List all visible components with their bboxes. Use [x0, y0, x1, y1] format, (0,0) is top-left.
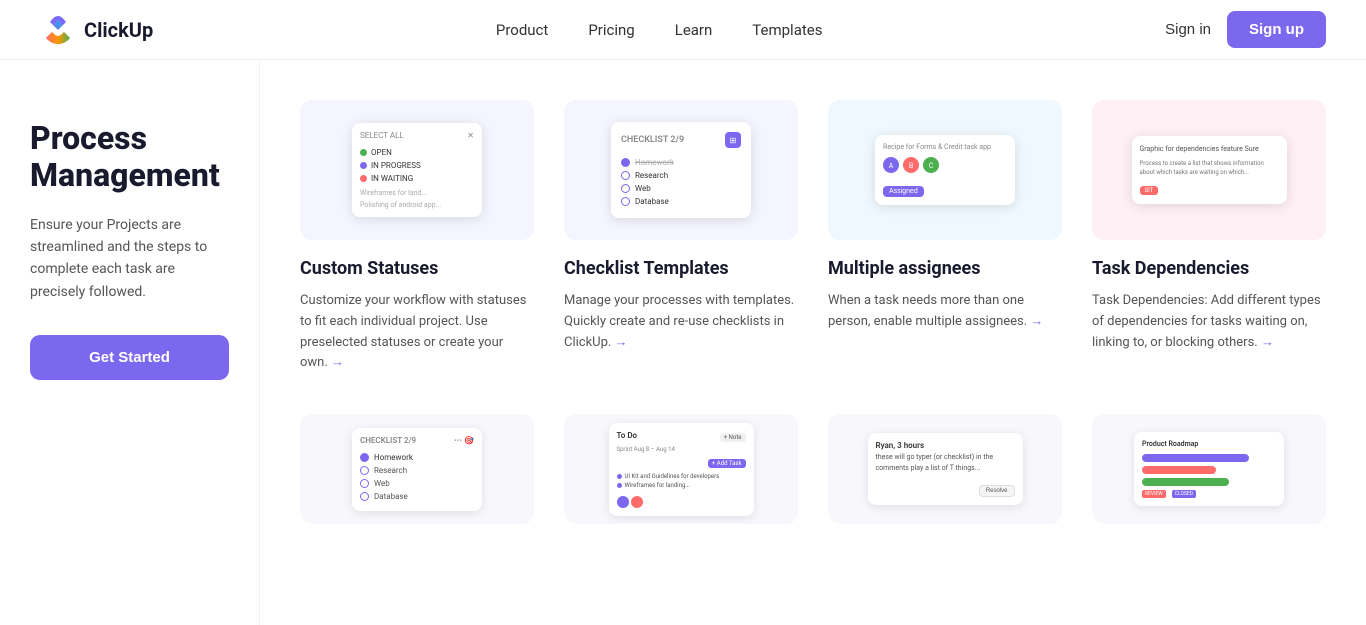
custom-statuses-desc: Customize your workflow with statuses to… — [300, 291, 534, 374]
logo-icon — [40, 12, 76, 48]
status-inprogress-dot — [360, 162, 367, 169]
signin-button[interactable]: Sign in — [1165, 21, 1211, 38]
mock-checklist-ui: CHECKLIST 2/9 ⊞ Homework Research — [611, 122, 751, 218]
status-open-dot — [360, 149, 367, 156]
nav-actions: Sign in Sign up — [1165, 11, 1326, 48]
avatar-2: B — [903, 157, 919, 173]
feature-checklist-templates: CHECKLIST 2/9 ⊞ Homework Research — [564, 100, 798, 374]
svg-text:C: C — [929, 162, 934, 170]
roadmap-bar-1 — [1142, 454, 1249, 462]
bottom-roadmap-preview: Product Roadmap REVIEW CLOSED — [1092, 414, 1326, 524]
dependencies-preview: Graphic for dependencies feature Sure Pr… — [1092, 100, 1326, 240]
multiple-assignees-desc: When a task needs more than one person, … — [828, 291, 1062, 333]
svg-text:B: B — [909, 162, 913, 170]
sidebar: Process Management Ensure your Projects … — [0, 60, 260, 625]
page-body: Process Management Ensure your Projects … — [0, 60, 1366, 625]
logo[interactable]: ClickUp — [40, 12, 153, 48]
bottom-checklist-preview: CHECKLIST 2/9 ••• 🎯 Homework Research We… — [300, 414, 534, 524]
avatar-1: A — [883, 157, 899, 173]
sprint-avatar-1 — [617, 496, 629, 508]
mock-resolve-button[interactable]: Resolve — [979, 485, 1015, 497]
task-dependencies-desc: Task Dependencies: Add different types o… — [1092, 291, 1326, 353]
feature-task-dependencies: Graphic for dependencies feature Sure Pr… — [1092, 100, 1326, 374]
features-grid: SELECT ALL ✕ OPEN IN PROGRESS — [300, 100, 1326, 374]
multiple-assignees-title: Multiple assignees — [828, 258, 1062, 279]
nav-templates[interactable]: Templates — [752, 21, 822, 39]
mock-assignee-button[interactable]: Assigned — [883, 186, 924, 197]
roadmap-bar-3 — [1142, 478, 1229, 486]
sidebar-description: Ensure your Projects are streamlined and… — [30, 214, 229, 304]
nav-pricing[interactable]: Pricing — [588, 21, 634, 39]
avatar-3: C — [923, 157, 939, 173]
get-started-button[interactable]: Get Started — [30, 335, 229, 380]
bottom-sprint-preview: To Do + Note Sprint Aug 8 – Aug 14 + Add… — [564, 414, 798, 524]
main-content: SELECT ALL ✕ OPEN IN PROGRESS — [260, 60, 1366, 625]
svg-text:A: A — [889, 162, 894, 170]
nav-learn[interactable]: Learn — [675, 21, 713, 39]
checklist-templates-link[interactable]: → — [615, 333, 628, 354]
status-done-dot — [360, 175, 367, 182]
navbar: ClickUp Product Pricing Learn Templates … — [0, 0, 1366, 60]
sprint-avatar-2 — [631, 496, 643, 508]
mock-statuses-ui: SELECT ALL ✕ OPEN IN PROGRESS — [352, 123, 482, 217]
bottom-comment-preview: Ryan, 3 hours these will go typer (or ch… — [828, 414, 1062, 524]
custom-statuses-link[interactable]: → — [331, 353, 344, 374]
nav-product[interactable]: Product — [496, 21, 548, 39]
checklist-preview: CHECKLIST 2/9 ⊞ Homework Research — [564, 100, 798, 240]
mock-assignees-ui: Recipe for Forms & Credit task app A B C… — [875, 135, 1015, 205]
custom-statuses-preview: SELECT ALL ✕ OPEN IN PROGRESS — [300, 100, 534, 240]
mock-dependencies-ui: Graphic for dependencies feature Sure Pr… — [1132, 136, 1287, 204]
logo-text: ClickUp — [84, 18, 153, 42]
multiple-assignees-link[interactable]: → — [1030, 312, 1043, 333]
custom-statuses-title: Custom Statuses — [300, 258, 534, 279]
feature-custom-statuses: SELECT ALL ✕ OPEN IN PROGRESS — [300, 100, 534, 374]
checklist-templates-title: Checklist Templates — [564, 258, 798, 279]
signup-button[interactable]: Sign up — [1227, 11, 1326, 48]
roadmap-bar-2 — [1142, 466, 1216, 474]
feature-multiple-assignees: Recipe for Forms & Credit task app A B C… — [828, 100, 1062, 374]
bottom-previews: CHECKLIST 2/9 ••• 🎯 Homework Research We… — [300, 414, 1326, 524]
nav-links: Product Pricing Learn Templates — [496, 21, 823, 39]
checklist-templates-desc: Manage your processes with templates. Qu… — [564, 291, 798, 353]
task-dependencies-title: Task Dependencies — [1092, 258, 1326, 279]
assignees-preview: Recipe for Forms & Credit task app A B C… — [828, 100, 1062, 240]
task-dependencies-link[interactable]: → — [1261, 333, 1274, 354]
page-title: Process Management — [30, 120, 229, 194]
